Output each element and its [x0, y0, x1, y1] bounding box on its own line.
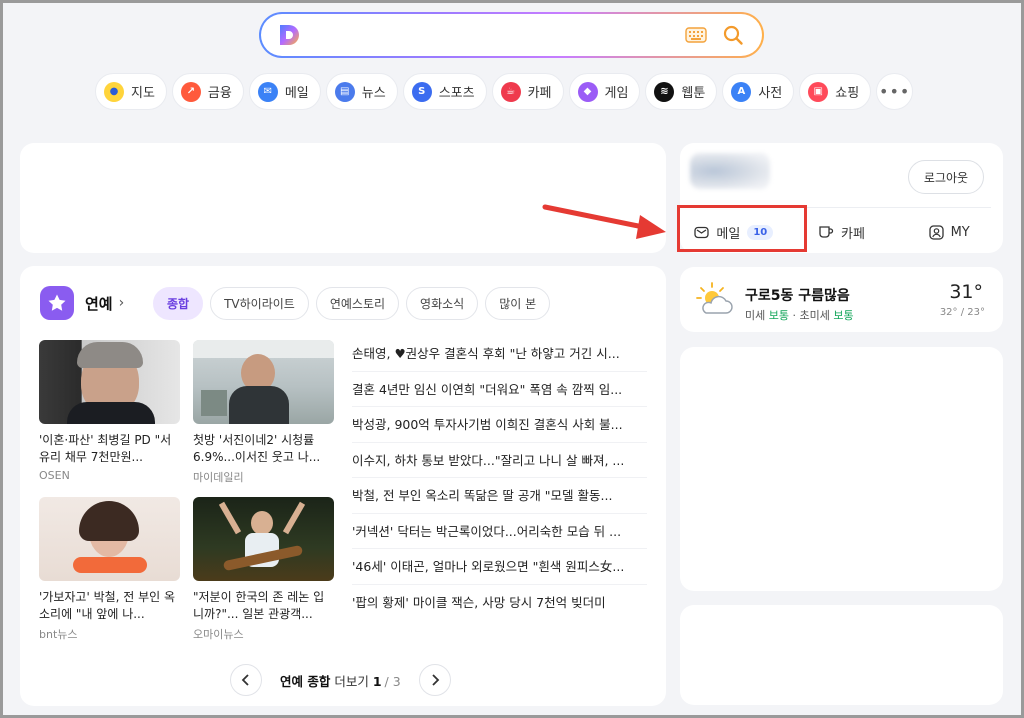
- headline-item[interactable]: 박성광, 900억 투자사기범 이희진 결혼식 사회 불...: [352, 407, 647, 443]
- more-services-button[interactable]: •••: [876, 73, 914, 110]
- profile-icon: [928, 224, 944, 240]
- shopping-bag-icon: ▣: [808, 81, 829, 102]
- pager-label[interactable]: 연예 종합 더보기 1/ 3: [280, 671, 401, 690]
- news-card[interactable]: 첫방 '서진이네2' 시청률 6.9%...이서진 웃고 나... 마이데일리: [193, 340, 334, 485]
- annotation-arrow-icon: [542, 204, 666, 239]
- search-input[interactable]: [313, 22, 673, 48]
- news-thumbnail: [39, 497, 180, 581]
- tab-most-viewed[interactable]: 많이 본: [485, 287, 551, 320]
- service-shortcuts: ● 지도 ↗ 금융 ✉ 메일 ▤ 뉴스 S 스포츠 ☕ 카페 ◆ 게임 ≋ 웹툰 A 사전 ▣ 쇼핑…: [95, 73, 914, 110]
- headline-item[interactable]: '커넥션' 닥터는 박근록이었다...어리숙한 모습 뒤 ...: [352, 514, 647, 549]
- keyboard-icon[interactable]: [685, 27, 707, 43]
- headline-item[interactable]: 박철, 전 부인 옥소리 똑닮은 딸 공개 "모델 활동...: [352, 478, 647, 514]
- mail-icon: ✉: [257, 81, 278, 102]
- shortcut-dictionary[interactable]: A 사전: [722, 73, 795, 110]
- login-my-link[interactable]: MY: [895, 213, 1003, 251]
- chevron-left-icon: [241, 674, 249, 686]
- daum-logo-icon[interactable]: [277, 23, 301, 47]
- tab-tv-highlight[interactable]: TV하이라이트: [210, 287, 309, 320]
- weather-card[interactable]: 구로5동 구름많음 미세 보통 · 초미세 보통 31° 32° / 23°: [680, 267, 1003, 332]
- news-card[interactable]: '가보자고' 박철, 전 부인 옥소리에 "내 앞에 나... bnt뉴스: [39, 497, 180, 642]
- news-icon: ▤: [334, 81, 355, 102]
- cafe-icon: ☕: [500, 81, 521, 102]
- headline-item[interactable]: '46세' 이태곤, 얼마나 외로웠으면 "흰색 원피스女...: [352, 549, 647, 585]
- news-thumbnail: [193, 340, 334, 424]
- shortcut-game[interactable]: ◆ 게임: [568, 73, 641, 110]
- right-ad-card: [680, 347, 1003, 591]
- entertainment-header[interactable]: 연예 ›: [40, 286, 124, 320]
- entertainment-card: 연예 › 종합 TV하이라이트 연예스토리 영화소식 많이 본 '이혼·파산' …: [20, 266, 666, 706]
- shortcut-cafe[interactable]: ☕ 카페: [491, 73, 564, 110]
- shortcut-map[interactable]: ● 지도: [95, 73, 167, 110]
- shortcut-sports[interactable]: S 스포츠: [402, 73, 487, 110]
- next-page-button[interactable]: [418, 664, 451, 696]
- news-thumbnail: [39, 340, 180, 424]
- tab-movie-news[interactable]: 영화소식: [406, 287, 479, 320]
- prev-page-button[interactable]: [230, 664, 262, 696]
- current-temperature: 31°: [949, 281, 983, 303]
- air-quality: 미세 보통 · 초미세 보통: [745, 309, 854, 322]
- chevron-right-icon: ›: [118, 295, 125, 311]
- headline-item[interactable]: '팝의 황제' 마이클 잭슨, 사망 당시 7천억 빚더미: [352, 585, 647, 621]
- tab-all[interactable]: 종합: [153, 287, 204, 320]
- chevron-right-icon: [432, 674, 439, 686]
- entertainment-tabs: 종합 TV하이라이트 연예스토리 영화소식 많이 본: [153, 287, 551, 320]
- headline-list: 손태영, ♥권상우 결혼식 후회 "난 하얗고 거긴 시... 결혼 4년만 임…: [352, 336, 647, 620]
- mail-highlight-box: [677, 205, 807, 252]
- headline-item[interactable]: 손태영, ♥권상우 결혼식 후회 "난 하얗고 거긴 시...: [352, 336, 647, 372]
- partly-cloudy-icon: [696, 282, 733, 314]
- webtoon-icon: ≋: [654, 81, 675, 102]
- more-icon: •••: [879, 82, 911, 101]
- shortcut-mail[interactable]: ✉ 메일: [248, 73, 321, 110]
- game-icon: ◆: [577, 81, 598, 102]
- cup-icon: [819, 226, 834, 238]
- news-thumbnail: [193, 497, 334, 581]
- tab-ent-story[interactable]: 연예스토리: [315, 287, 400, 320]
- pagination: 연예 종합 더보기 1/ 3: [230, 664, 451, 696]
- dictionary-icon: A: [731, 81, 752, 102]
- temperature-range: 32° / 23°: [939, 307, 985, 318]
- news-card[interactable]: "저분이 한국의 존 레논 입니까?"... 일본 관광객... 오마이뉴스: [193, 497, 334, 642]
- search-icon[interactable]: [722, 24, 744, 46]
- entertainment-title: 연예: [85, 294, 113, 313]
- logout-button[interactable]: 로그아웃: [908, 160, 984, 194]
- headline-item[interactable]: 이수지, 하차 통보 받았다..."잘리고 나니 살 빠져, ...: [352, 443, 647, 478]
- weather-location-condition: 구로5동 구름많음: [745, 288, 850, 304]
- news-card[interactable]: '이혼·파산' 최병길 PD "서유리 채무 7천만원... OSEN: [39, 340, 180, 482]
- shortcut-webtoon[interactable]: ≋ 웹툰: [645, 73, 718, 110]
- headline-item[interactable]: 결혼 4년만 임신 이연희 "더워요" 폭염 속 깜찍 임...: [352, 372, 647, 407]
- shortcut-shopping[interactable]: ▣ 쇼핑: [799, 73, 872, 110]
- map-pin-icon: ●: [104, 81, 124, 102]
- search-box: [259, 12, 764, 58]
- star-icon: [40, 286, 74, 320]
- finance-trend-icon: ↗: [180, 81, 201, 102]
- shortcut-finance[interactable]: ↗ 금융: [171, 73, 244, 110]
- avatar[interactable]: [690, 153, 770, 189]
- shortcut-news[interactable]: ▤ 뉴스: [325, 73, 398, 110]
- right-ad-card-2: [680, 605, 1003, 705]
- sports-icon: S: [411, 81, 432, 102]
